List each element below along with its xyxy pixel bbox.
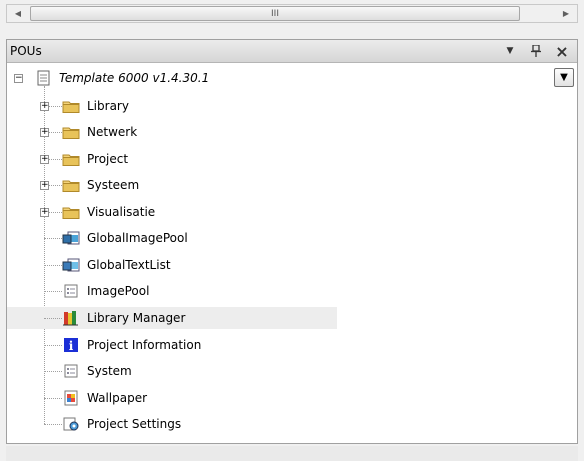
tree-branch-line <box>44 371 62 373</box>
tree-item-label: Project <box>87 151 129 166</box>
tree-item-label: Library Manager <box>87 310 186 325</box>
tree-item-label: Netwerk <box>87 125 138 140</box>
scroll-right-arrow-icon[interactable]: ▶ <box>555 5 577 22</box>
scrollbar-grip-icon: III <box>271 9 279 19</box>
folder-icon <box>62 180 80 193</box>
tree-branch-line <box>44 291 62 293</box>
folder-icon <box>62 207 80 219</box>
expand-icon[interactable]: + <box>40 154 49 164</box>
tree-branch-line <box>44 424 62 426</box>
expand-icon[interactable]: + <box>40 181 49 191</box>
tree-branch-line <box>44 317 62 319</box>
folder-icon <box>62 101 80 113</box>
tree-item-label: Library <box>87 98 129 113</box>
list-icon <box>64 284 78 298</box>
panel-title: POUs <box>10 44 42 58</box>
tree-item[interactable]: + Systeem <box>7 174 337 196</box>
document-icon <box>37 70 50 86</box>
tree-root-label: Template 6000 v1.4.30.1 <box>59 71 210 85</box>
close-icon[interactable]: × <box>553 42 571 61</box>
expand-icon[interactable]: + <box>40 101 49 111</box>
tree-item[interactable]: Wallpaper <box>7 387 337 409</box>
settings-icon <box>63 417 79 431</box>
tree-item[interactable]: + Visualisatie <box>7 201 337 223</box>
expand-icon[interactable]: + <box>40 128 49 138</box>
text-list-icon <box>62 258 80 272</box>
tree-item[interactable]: + Library <box>7 95 337 117</box>
collapse-icon[interactable]: − <box>14 74 23 83</box>
folder-icon <box>62 127 80 140</box>
tree-item[interactable]: GlobalImagePool <box>7 227 337 249</box>
pous-panel: POUs ▼ × ▼ − Template 6000 v1.4.30.1 + Li… <box>6 39 578 444</box>
tree-item-label: System <box>87 364 132 379</box>
scroll-left-arrow-icon[interactable]: ◀ <box>7 5 29 22</box>
pin-icon[interactable] <box>527 43 545 59</box>
tree-item[interactable]: System <box>7 360 337 382</box>
info-icon: i <box>64 337 78 353</box>
folder-icon <box>62 154 80 166</box>
tree-item[interactable]: + Netwerk <box>7 121 337 143</box>
books-icon <box>63 310 78 326</box>
tree-branch-line <box>44 344 62 346</box>
panel-header: POUs ▼ × <box>7 40 577 63</box>
tree-item-label: Project Information <box>87 337 202 352</box>
pou-tree: − Template 6000 v1.4.30.1 + Library + Netwe… <box>7 64 547 442</box>
image-pool-icon <box>62 231 80 245</box>
tree-item[interactable]: GlobalTextList <box>7 254 337 276</box>
tree-item[interactable]: ImagePool <box>7 280 337 302</box>
scrollbar-thumb[interactable]: III <box>30 6 520 21</box>
tree-item[interactable]: i Project Information <box>7 334 337 356</box>
view-dropdown-button[interactable]: ▼ <box>554 68 574 87</box>
expand-icon[interactable]: + <box>40 207 49 217</box>
tree-item-label: Visualisatie <box>87 204 156 219</box>
tree-item-label: GlobalTextList <box>87 257 171 272</box>
horizontal-scrollbar[interactable]: ◀ III ▶ <box>6 4 578 23</box>
list-icon <box>64 364 78 378</box>
status-strip <box>6 446 578 461</box>
tree-branch-line <box>44 238 62 240</box>
tree-item-label: Systeem <box>87 178 140 193</box>
tree-item-label: Wallpaper <box>87 390 148 405</box>
tree-item[interactable]: + Project <box>7 148 337 170</box>
tree-branch-line <box>44 264 62 266</box>
tree-item[interactable]: Project Settings <box>7 413 337 435</box>
tree-item-label: GlobalImagePool <box>87 231 188 246</box>
wallpaper-icon <box>64 390 78 406</box>
tree-branch-line <box>44 397 62 399</box>
svg-text:i: i <box>69 339 74 353</box>
tree-item[interactable]: Library Manager <box>7 306 337 329</box>
panel-menu-dropdown-icon[interactable]: ▼ <box>501 43 519 59</box>
tree-item-label: Project Settings <box>87 417 182 432</box>
tree-item-label: ImagePool <box>87 284 150 299</box>
